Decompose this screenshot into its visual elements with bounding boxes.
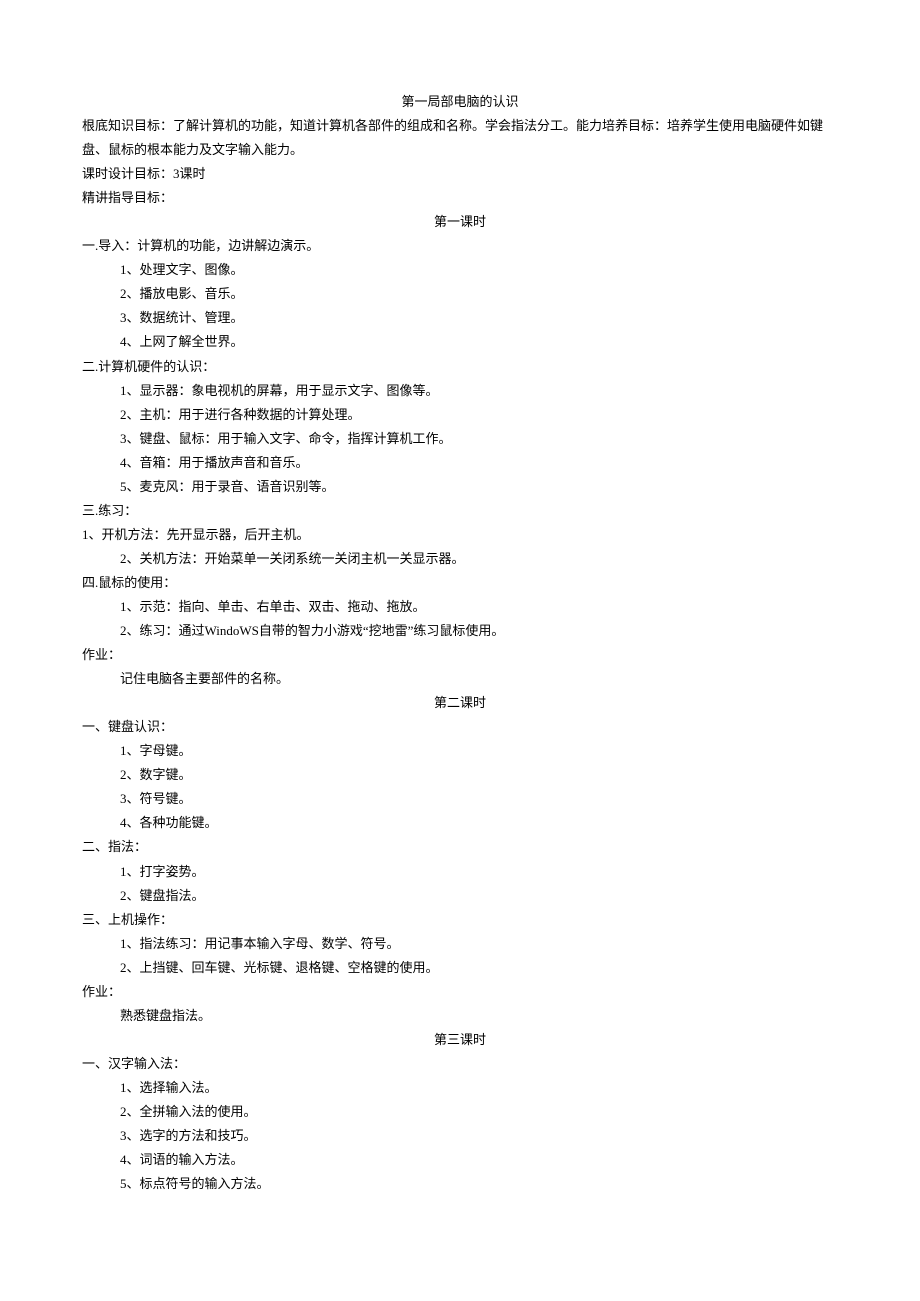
l1-homework-item-1: 记住电脑各主要部件的名称。	[82, 667, 838, 691]
l2-s3-head: 三、上机操作：	[82, 908, 838, 932]
l2-s1-head: 一、键盘认识：	[82, 715, 838, 739]
l3-s1-item-2: 2、全拼输入法的使用。	[82, 1100, 838, 1124]
l3-s1-item-1: 1、选择输入法。	[82, 1076, 838, 1100]
l1-s1-item-3: 3、数据统计、管理。	[82, 306, 838, 330]
l2-s2-head: 二、指法：	[82, 835, 838, 859]
l1-s2-head: 二.计算机硬件的认识：	[82, 355, 838, 379]
l2-s1-item-4: 4、各种功能键。	[82, 811, 838, 835]
l3-s1-item-3: 3、选字的方法和技巧。	[82, 1124, 838, 1148]
l1-s3-item-1: 2、关机方法：开始菜单一关闭系统一关闭主机一关显示器。	[82, 547, 838, 571]
lesson1-heading: 第一课时	[82, 210, 838, 234]
l2-homework-head: 作业：	[82, 980, 838, 1004]
l3-s1-head: 一、汉字输入法：	[82, 1052, 838, 1076]
l1-s3-item-top: 1、开机方法：先开显示器，后开主机。	[82, 523, 838, 547]
l1-s4-head: 四.鼠标的使用：	[82, 571, 838, 595]
l1-s1-item-2: 2、播放电影、音乐。	[82, 282, 838, 306]
l1-s4-item-1: 1、示范：指向、单击、右单击、双击、拖动、拖放。	[82, 595, 838, 619]
l1-s2-item-5: 5、麦克风：用于录音、语音识别等。	[82, 475, 838, 499]
l1-homework-head: 作业：	[82, 643, 838, 667]
l1-s2-item-1: 1、显示器：象电视机的屏幕，用于显示文字、图像等。	[82, 379, 838, 403]
l2-s1-item-2: 2、数字键。	[82, 763, 838, 787]
l2-s1-item-3: 3、符号键。	[82, 787, 838, 811]
l2-s2-item-1: 1、打字姿势。	[82, 860, 838, 884]
intro-line-3: 精讲指导目标：	[82, 186, 838, 210]
l2-s1-item-1: 1、字母键。	[82, 739, 838, 763]
lesson3-heading: 第三课时	[82, 1028, 838, 1052]
l2-s2-item-2: 2、键盘指法。	[82, 884, 838, 908]
document-page: 第一局部电脑的认识 根底知识目标：了解计算机的功能，知道计算机各部件的组成和名称…	[0, 0, 920, 1301]
l1-s2-item-2: 2、主机：用于进行各种数据的计算处理。	[82, 403, 838, 427]
l1-s2-item-4: 4、音箱：用于播放声音和音乐。	[82, 451, 838, 475]
l1-s1-item-1: 1、处理文字、图像。	[82, 258, 838, 282]
l1-s1-item-4: 4、上网了解全世界。	[82, 330, 838, 354]
l3-s1-item-5: 5、标点符号的输入方法。	[82, 1172, 838, 1196]
intro-line-2: 课时设计目标：3课时	[82, 162, 838, 186]
l1-s1-head: 一.导入：计算机的功能，边讲解边演示。	[82, 234, 838, 258]
l1-s2-item-3: 3、键盘、鼠标：用于输入文字、命令，指挥计算机工作。	[82, 427, 838, 451]
l1-s3-head: 三.练习：	[82, 499, 838, 523]
l2-s3-item-1: 1、指法练习：用记事本输入字母、数学、符号。	[82, 932, 838, 956]
l2-homework-item-1: 熟悉键盘指法。	[82, 1004, 838, 1028]
intro-line-1: 根底知识目标：了解计算机的功能，知道计算机各部件的组成和名称。学会指法分工。能力…	[82, 114, 838, 162]
l1-s4-item-2: 2、练习：通过WindoWS自带的智力小游戏“挖地雷”练习鼠标使用。	[82, 619, 838, 643]
l2-s3-item-2: 2、上挡键、回车键、光标键、退格键、空格键的使用。	[82, 956, 838, 980]
main-title: 第一局部电脑的认识	[82, 90, 838, 114]
lesson2-heading: 第二课时	[82, 691, 838, 715]
l3-s1-item-4: 4、词语的输入方法。	[82, 1148, 838, 1172]
